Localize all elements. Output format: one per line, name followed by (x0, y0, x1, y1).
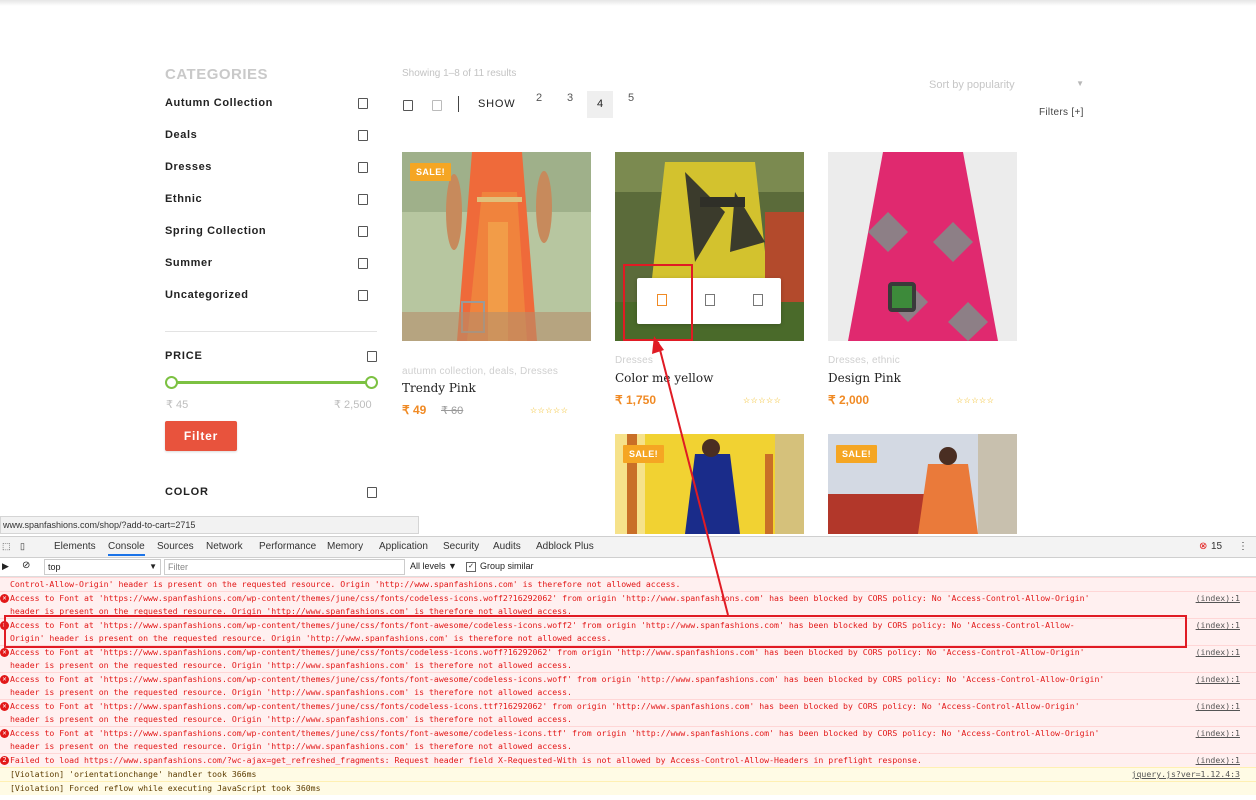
annotation-arrow (652, 336, 729, 616)
